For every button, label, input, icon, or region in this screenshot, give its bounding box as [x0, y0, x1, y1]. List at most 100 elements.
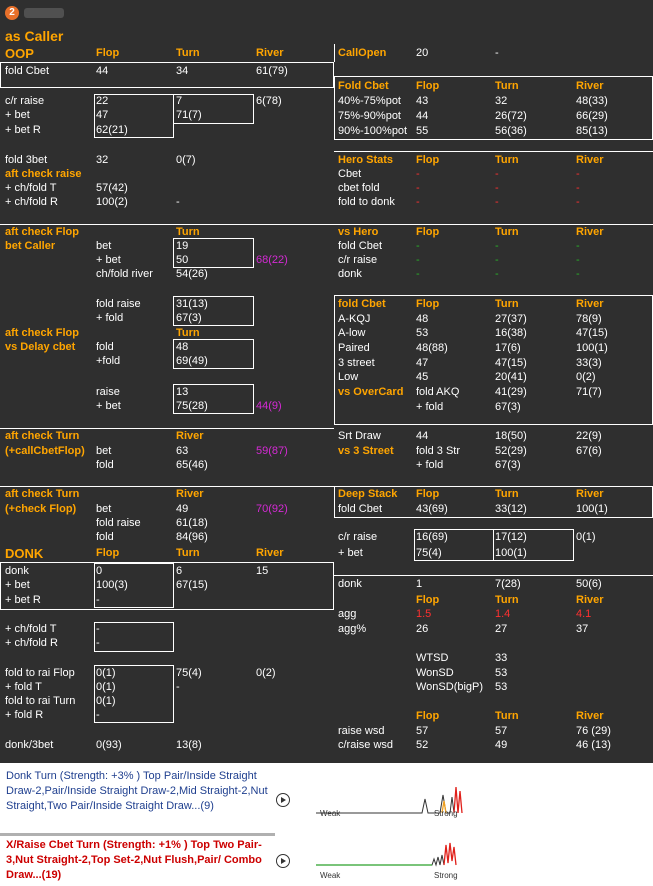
cell: 48 — [416, 313, 429, 325]
divider — [334, 224, 653, 225]
cell: - — [576, 182, 580, 194]
section-label: aft check Turn — [5, 488, 80, 500]
cell: 33(3) — [576, 357, 602, 369]
count-badge: 2 — [5, 6, 19, 20]
xraise-turn-range-text[interactable]: X/Raise Cbet Turn (Strength: +1% ) Top T… — [6, 838, 272, 883]
row-label: donk — [338, 578, 362, 590]
cell: 0(2) — [256, 667, 276, 679]
cell: 1.4 — [495, 608, 511, 620]
play-icon[interactable] — [276, 793, 290, 807]
cell: 100(1) — [576, 342, 608, 354]
row-label: WonSD(bigP) — [416, 681, 484, 693]
strength-graph-2 — [316, 842, 457, 867]
col-flop: Flop — [416, 710, 440, 722]
row-label: + bet — [96, 254, 121, 266]
col-flop: Flop — [416, 226, 440, 238]
check-flop-label: (+check Flop) — [5, 503, 77, 515]
row-label: + bet R — [5, 594, 41, 606]
call-cbet-flop-label: (+callCbetFlop) — [5, 445, 85, 457]
cell: 33(12) — [495, 503, 527, 515]
cell: - — [176, 196, 180, 208]
cell: 1 — [416, 578, 423, 590]
row-label: ch/fold river — [96, 268, 153, 280]
cell: 69(49) — [176, 355, 208, 367]
cell: 4.1 — [576, 608, 592, 620]
cell: - — [576, 168, 580, 180]
aft-check-raise-label: aft check raise — [5, 168, 82, 180]
row-label: +fold — [96, 355, 121, 367]
col-river: River — [576, 80, 604, 92]
row-label: fold AKQ — [416, 386, 460, 398]
separator — [0, 833, 275, 836]
cell: 16(69) — [416, 531, 448, 543]
section-label: Deep Stack — [338, 488, 398, 500]
row-label: + fold R — [5, 709, 44, 721]
col-turn: Turn — [495, 594, 519, 606]
col-river: River — [576, 710, 604, 722]
cell: 66(29) — [576, 110, 608, 122]
cell: - — [416, 268, 420, 280]
col-flop: Flop — [416, 298, 440, 310]
cell: 100(1) — [576, 503, 608, 515]
cell: 15 — [256, 565, 269, 577]
row-label: c/r raise — [338, 531, 378, 543]
donk-turn-range-text[interactable]: Donk Turn (Strength: +3% ) Top Pair/Insi… — [6, 769, 268, 814]
cell: 18(50) — [495, 430, 527, 442]
cell: - — [96, 637, 100, 649]
col-river: River — [256, 547, 284, 559]
row-label: Low — [338, 371, 359, 383]
section-label: Hero Stats — [338, 154, 394, 166]
cell: 32 — [96, 154, 109, 166]
cell: 16(38) — [495, 327, 527, 339]
row-label: + bet — [5, 579, 30, 591]
section-label: Fold Cbet — [338, 80, 389, 92]
row-label: + ch/fold T — [5, 623, 57, 635]
row-label: + ch/fold T — [5, 182, 57, 194]
cell: 100(3) — [96, 579, 128, 591]
cell: 33 — [495, 652, 508, 664]
cell: 49 — [176, 503, 189, 515]
cell: 56(36) — [495, 125, 527, 137]
range-pane: Donk Turn (Strength: +3% ) Top Pair/Insi… — [0, 763, 653, 886]
play-icon[interactable] — [276, 854, 290, 868]
col-turn: Turn — [176, 47, 200, 59]
cell: 50 — [176, 254, 189, 266]
row-label: + fold — [96, 312, 124, 324]
cell: 44 — [416, 430, 429, 442]
cell: 41(29) — [495, 386, 527, 398]
divider — [334, 575, 653, 576]
cell-magenta: 70(92) — [256, 503, 288, 515]
cell: 54(26) — [176, 268, 208, 280]
col-river: River — [576, 594, 604, 606]
cell: 57 — [416, 725, 429, 737]
cell: 22 — [96, 95, 109, 107]
row-label: WTSD — [416, 652, 449, 664]
cell: 100(1) — [495, 547, 527, 559]
cell: 53 — [495, 667, 508, 679]
col-river: River — [176, 430, 204, 442]
row-label: 3 street — [338, 357, 375, 369]
cell: 63 — [176, 445, 189, 457]
row-label: fold — [96, 341, 114, 353]
cell: 61(79) — [256, 65, 288, 77]
cell: 44 — [416, 110, 429, 122]
col-turn: Turn — [176, 547, 200, 559]
cell: 50(6) — [576, 578, 602, 590]
cell: - — [416, 254, 420, 266]
row-label: agg% — [338, 623, 367, 635]
cell: 62(21) — [96, 124, 128, 136]
cell: 31(13) — [176, 298, 208, 310]
col-turn: Turn — [495, 298, 519, 310]
cell: 26 — [416, 623, 429, 635]
row-label: fold to donk — [338, 196, 395, 208]
section-title: as Caller — [5, 28, 64, 44]
top-bar: 2 — [0, 0, 653, 28]
col-turn: Turn — [495, 154, 519, 166]
cell: 75(28) — [176, 400, 208, 412]
row-label: + bet R — [5, 124, 41, 136]
divider — [0, 224, 334, 225]
cell: 43 — [416, 95, 429, 107]
cell: 27 — [495, 623, 508, 635]
oop-label: OOP — [5, 46, 34, 61]
row-label: cbet fold — [338, 182, 380, 194]
